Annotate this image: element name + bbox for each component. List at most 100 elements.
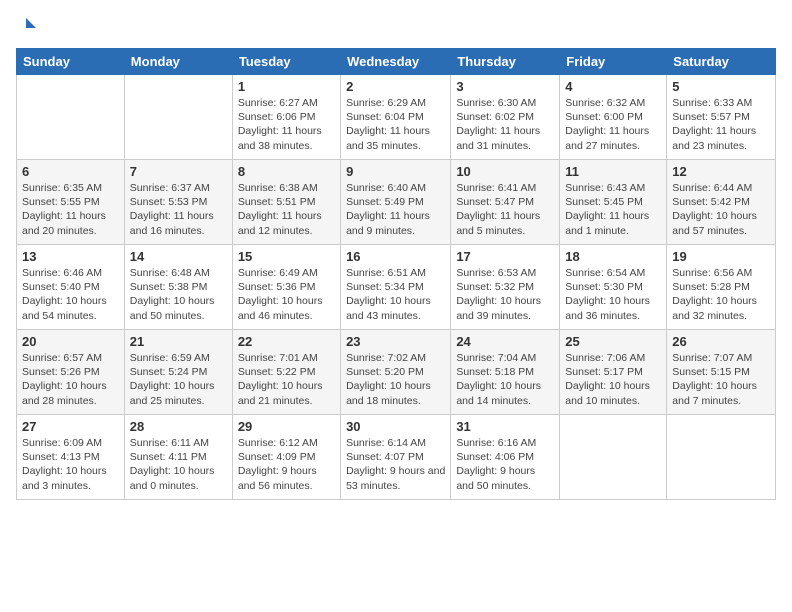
calendar-cell [124, 75, 232, 160]
day-info: Sunrise: 6:54 AMSunset: 5:30 PMDaylight:… [565, 266, 661, 323]
calendar-cell: 28 Sunrise: 6:11 AMSunset: 4:11 PMDayligh… [124, 415, 232, 500]
day-info: Sunrise: 6:40 AMSunset: 5:49 PMDaylight:… [346, 181, 445, 238]
weekday-header-row: SundayMondayTuesdayWednesdayThursdayFrid… [17, 49, 776, 75]
calendar-cell [667, 415, 776, 500]
weekday-header-wednesday: Wednesday [341, 49, 451, 75]
day-info: Sunrise: 6:48 AMSunset: 5:38 PMDaylight:… [130, 266, 227, 323]
day-info: Sunrise: 6:14 AMSunset: 4:07 PMDaylight:… [346, 436, 445, 493]
day-info: Sunrise: 6:57 AMSunset: 5:26 PMDaylight:… [22, 351, 119, 408]
day-info: Sunrise: 6:41 AMSunset: 5:47 PMDaylight:… [456, 181, 554, 238]
calendar-cell: 14 Sunrise: 6:48 AMSunset: 5:38 PMDayligh… [124, 245, 232, 330]
day-info: Sunrise: 6:16 AMSunset: 4:06 PMDaylight:… [456, 436, 554, 493]
calendar-cell: 5 Sunrise: 6:33 AMSunset: 5:57 PMDaylight… [667, 75, 776, 160]
day-info: Sunrise: 6:53 AMSunset: 5:32 PMDaylight:… [456, 266, 554, 323]
day-number: 16 [346, 249, 445, 264]
day-info: Sunrise: 7:04 AMSunset: 5:18 PMDaylight:… [456, 351, 554, 408]
calendar-cell: 19 Sunrise: 6:56 AMSunset: 5:28 PMDayligh… [667, 245, 776, 330]
day-info: Sunrise: 6:44 AMSunset: 5:42 PMDaylight:… [672, 181, 770, 238]
day-number: 25 [565, 334, 661, 349]
day-info: Sunrise: 6:27 AMSunset: 6:06 PMDaylight:… [238, 96, 335, 153]
day-info: Sunrise: 7:01 AMSunset: 5:22 PMDaylight:… [238, 351, 335, 408]
day-number: 28 [130, 419, 227, 434]
day-number: 5 [672, 79, 770, 94]
day-number: 4 [565, 79, 661, 94]
day-number: 2 [346, 79, 445, 94]
calendar-table: SundayMondayTuesdayWednesdayThursdayFrid… [16, 48, 776, 500]
calendar-cell: 23 Sunrise: 7:02 AMSunset: 5:20 PMDayligh… [341, 330, 451, 415]
day-number: 29 [238, 419, 335, 434]
day-info: Sunrise: 6:33 AMSunset: 5:57 PMDaylight:… [672, 96, 770, 153]
calendar-cell: 25 Sunrise: 7:06 AMSunset: 5:17 PMDayligh… [560, 330, 667, 415]
calendar-cell: 21 Sunrise: 6:59 AMSunset: 5:24 PMDayligh… [124, 330, 232, 415]
logo-icon [16, 16, 38, 38]
day-info: Sunrise: 6:12 AMSunset: 4:09 PMDaylight:… [238, 436, 335, 493]
calendar-cell: 13 Sunrise: 6:46 AMSunset: 5:40 PMDayligh… [17, 245, 125, 330]
day-number: 10 [456, 164, 554, 179]
calendar-cell: 26Sunrise: 7:07 AMSunset: 5:15 PMDayligh… [667, 330, 776, 415]
calendar-cell: 17 Sunrise: 6:53 AMSunset: 5:32 PMDayligh… [451, 245, 560, 330]
calendar-cell: 30 Sunrise: 6:14 AMSunset: 4:07 PMDayligh… [341, 415, 451, 500]
weekday-header-saturday: Saturday [667, 49, 776, 75]
calendar-cell: 6Sunrise: 6:35 AMSunset: 5:55 PMDaylight… [17, 160, 125, 245]
calendar-week-row: 6Sunrise: 6:35 AMSunset: 5:55 PMDaylight… [17, 160, 776, 245]
calendar-cell: 24 Sunrise: 7:04 AMSunset: 5:18 PMDayligh… [451, 330, 560, 415]
day-number: 13 [22, 249, 119, 264]
day-info: Sunrise: 6:59 AMSunset: 5:24 PMDaylight:… [130, 351, 227, 408]
calendar-cell: 8Sunrise: 6:38 AMSunset: 5:51 PMDaylight… [232, 160, 340, 245]
calendar-cell: 31 Sunrise: 6:16 AMSunset: 4:06 PMDayligh… [451, 415, 560, 500]
calendar-cell: 3 Sunrise: 6:30 AMSunset: 6:02 PMDaylight… [451, 75, 560, 160]
weekday-header-tuesday: Tuesday [232, 49, 340, 75]
day-info: Sunrise: 7:06 AMSunset: 5:17 PMDaylight:… [565, 351, 661, 408]
page-header [16, 16, 776, 38]
calendar-cell [560, 415, 667, 500]
calendar-week-row: 1Sunrise: 6:27 AMSunset: 6:06 PMDaylight… [17, 75, 776, 160]
calendar-cell: 22 Sunrise: 7:01 AMSunset: 5:22 PMDayligh… [232, 330, 340, 415]
day-number: 31 [456, 419, 554, 434]
weekday-header-sunday: Sunday [17, 49, 125, 75]
calendar-week-row: 27 Sunrise: 6:09 AMSunset: 4:13 PMDayligh… [17, 415, 776, 500]
day-info: Sunrise: 6:46 AMSunset: 5:40 PMDaylight:… [22, 266, 119, 323]
day-number: 3 [456, 79, 554, 94]
day-info: Sunrise: 6:43 AMSunset: 5:45 PMDaylight:… [565, 181, 661, 238]
day-number: 23 [346, 334, 445, 349]
day-number: 15 [238, 249, 335, 264]
day-number: 24 [456, 334, 554, 349]
calendar-cell: 27 Sunrise: 6:09 AMSunset: 4:13 PMDayligh… [17, 415, 125, 500]
day-number: 9 [346, 164, 445, 179]
day-number: 14 [130, 249, 227, 264]
day-info: Sunrise: 6:30 AMSunset: 6:02 PMDaylight:… [456, 96, 554, 153]
calendar-cell [17, 75, 125, 160]
calendar-cell: 4Sunrise: 6:32 AMSunset: 6:00 PMDaylight… [560, 75, 667, 160]
day-number: 22 [238, 334, 335, 349]
day-number: 12 [672, 164, 770, 179]
day-number: 11 [565, 164, 661, 179]
logo [16, 16, 38, 38]
weekday-header-thursday: Thursday [451, 49, 560, 75]
day-info: Sunrise: 6:37 AMSunset: 5:53 PMDaylight:… [130, 181, 227, 238]
calendar-cell: 15Sunrise: 6:49 AMSunset: 5:36 PMDayligh… [232, 245, 340, 330]
day-info: Sunrise: 6:29 AMSunset: 6:04 PMDaylight:… [346, 96, 445, 153]
calendar-cell: 7Sunrise: 6:37 AMSunset: 5:53 PMDaylight… [124, 160, 232, 245]
day-info: Sunrise: 6:38 AMSunset: 5:51 PMDaylight:… [238, 181, 335, 238]
day-number: 6 [22, 164, 119, 179]
day-number: 17 [456, 249, 554, 264]
calendar-cell: 10 Sunrise: 6:41 AMSunset: 5:47 PMDayligh… [451, 160, 560, 245]
day-number: 30 [346, 419, 445, 434]
calendar-week-row: 13 Sunrise: 6:46 AMSunset: 5:40 PMDayligh… [17, 245, 776, 330]
day-info: Sunrise: 6:11 AMSunset: 4:11 PMDaylight:… [130, 436, 227, 493]
day-info: Sunrise: 6:56 AMSunset: 5:28 PMDaylight:… [672, 266, 770, 323]
calendar-cell: 9 Sunrise: 6:40 AMSunset: 5:49 PMDaylight… [341, 160, 451, 245]
day-info: Sunrise: 7:02 AMSunset: 5:20 PMDaylight:… [346, 351, 445, 408]
calendar-cell: 2 Sunrise: 6:29 AMSunset: 6:04 PMDaylight… [341, 75, 451, 160]
calendar-cell: 20 Sunrise: 6:57 AMSunset: 5:26 PMDayligh… [17, 330, 125, 415]
calendar-cell: 18Sunrise: 6:54 AMSunset: 5:30 PMDayligh… [560, 245, 667, 330]
day-number: 19 [672, 249, 770, 264]
calendar-cell: 11 Sunrise: 6:43 AMSunset: 5:45 PMDayligh… [560, 160, 667, 245]
day-info: Sunrise: 6:09 AMSunset: 4:13 PMDaylight:… [22, 436, 119, 493]
day-number: 21 [130, 334, 227, 349]
day-number: 27 [22, 419, 119, 434]
day-number: 20 [22, 334, 119, 349]
calendar-cell: 16 Sunrise: 6:51 AMSunset: 5:34 PMDayligh… [341, 245, 451, 330]
day-info: Sunrise: 6:51 AMSunset: 5:34 PMDaylight:… [346, 266, 445, 323]
calendar-cell: 12 Sunrise: 6:44 AMSunset: 5:42 PMDayligh… [667, 160, 776, 245]
